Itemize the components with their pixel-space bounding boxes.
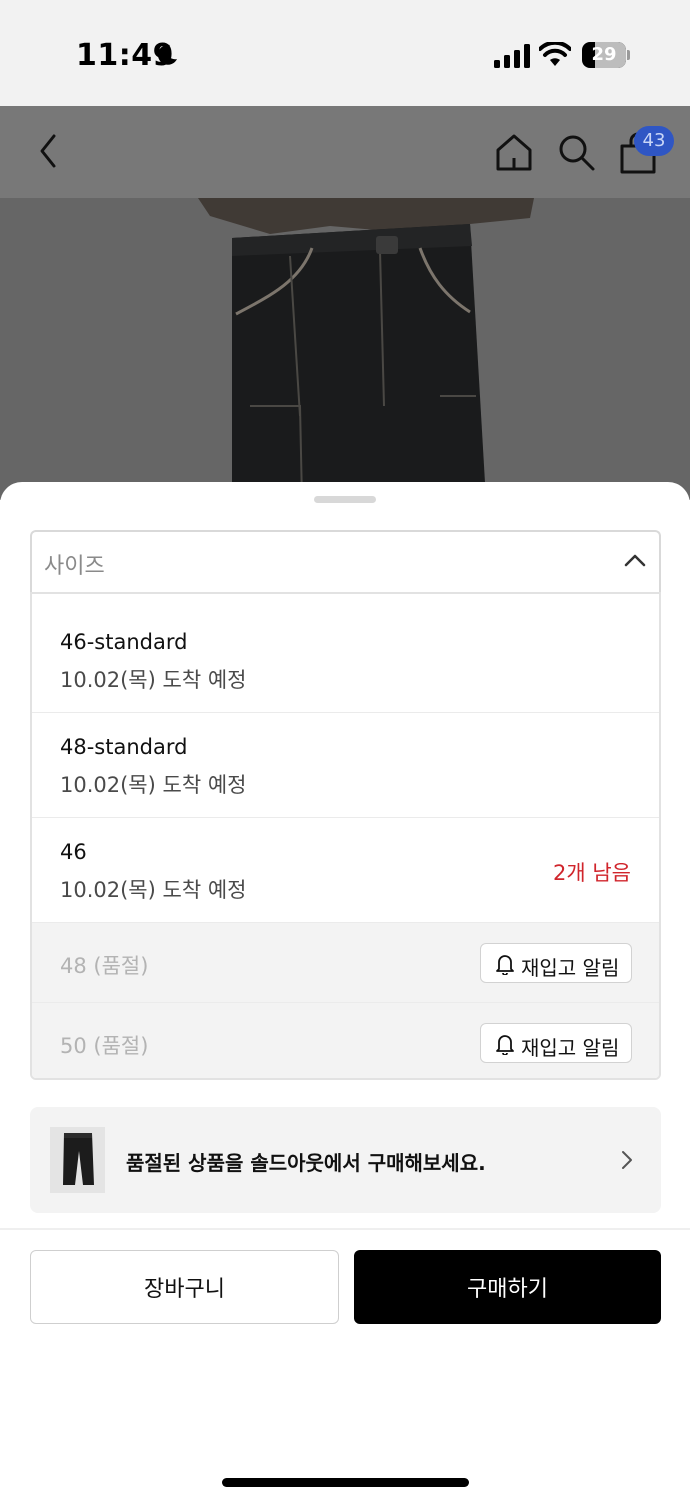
option-arrival: 10.02(목) 도착 예정 xyxy=(60,668,247,692)
size-option-50-soldout: 50 (품절) 재입고 알림 xyxy=(32,1002,659,1078)
option-name: 48-standard xyxy=(60,735,188,759)
buy-now-button[interactable]: 구매하기 xyxy=(354,1250,661,1324)
option-name: 46 xyxy=(60,840,87,864)
top-nav: 43 xyxy=(0,106,690,198)
wifi-icon xyxy=(539,42,571,66)
restock-alert-button[interactable]: 재입고 알림 xyxy=(480,1023,632,1063)
bell-icon xyxy=(496,955,514,975)
moon-icon xyxy=(157,44,177,65)
battery-indicator: 29 xyxy=(582,42,630,68)
option-bottom-sheet: 사이즈 46-standard 10.02(목) 도착 예정 48-standa… xyxy=(0,482,690,1500)
status-bar: 11:49 29 xyxy=(0,0,690,106)
signal-icon xyxy=(494,44,530,68)
back-icon[interactable] xyxy=(34,132,62,170)
option-name: 46-standard xyxy=(60,630,188,654)
home-indicator xyxy=(222,1478,469,1487)
battery-level: 29 xyxy=(591,44,617,65)
cart-count-badge: 43 xyxy=(634,126,674,156)
size-dropdown-label: 사이즈 xyxy=(44,554,105,579)
size-option-list: 46-standard 10.02(목) 도착 예정 48-standard 1… xyxy=(30,592,661,1080)
bell-icon xyxy=(496,1035,514,1055)
soldout-option-label: 50 (품절) xyxy=(60,1034,149,1058)
restock-button-label: 재입고 알림 xyxy=(521,1036,620,1060)
option-arrival: 10.02(목) 도착 예정 xyxy=(60,773,247,797)
chevron-up-icon xyxy=(624,554,646,567)
soldout-marketplace-banner[interactable]: 품절된 상품을 솔드아웃에서 구매해보세요. xyxy=(30,1107,661,1213)
soldout-banner-text: 품절된 상품을 솔드아웃에서 구매해보세요. xyxy=(126,1151,486,1175)
divider xyxy=(0,1228,690,1230)
banner-product-thumbnail xyxy=(50,1127,105,1193)
size-option-48-soldout: 48 (품절) 재입고 알림 xyxy=(32,922,659,1002)
search-icon[interactable] xyxy=(556,132,596,172)
sheet-grabber[interactable] xyxy=(314,496,376,503)
restock-button-label: 재입고 알림 xyxy=(521,956,620,980)
option-arrival: 10.02(목) 도착 예정 xyxy=(60,878,247,902)
size-option-48-standard[interactable]: 48-standard 10.02(목) 도착 예정 xyxy=(32,712,659,817)
size-dropdown[interactable]: 사이즈 xyxy=(30,530,661,592)
home-icon[interactable] xyxy=(494,132,534,172)
soldout-option-label: 48 (품절) xyxy=(60,954,149,978)
size-option-46[interactable]: 46 10.02(목) 도착 예정 2개 남음 xyxy=(32,817,659,922)
add-to-cart-button[interactable]: 장바구니 xyxy=(30,1250,339,1324)
chevron-right-icon xyxy=(622,1151,632,1169)
restock-alert-button[interactable]: 재입고 알림 xyxy=(480,943,632,983)
stock-remaining-label: 2개 남음 xyxy=(553,861,631,885)
size-option-46-standard[interactable]: 46-standard 10.02(목) 도착 예정 xyxy=(32,594,659,712)
